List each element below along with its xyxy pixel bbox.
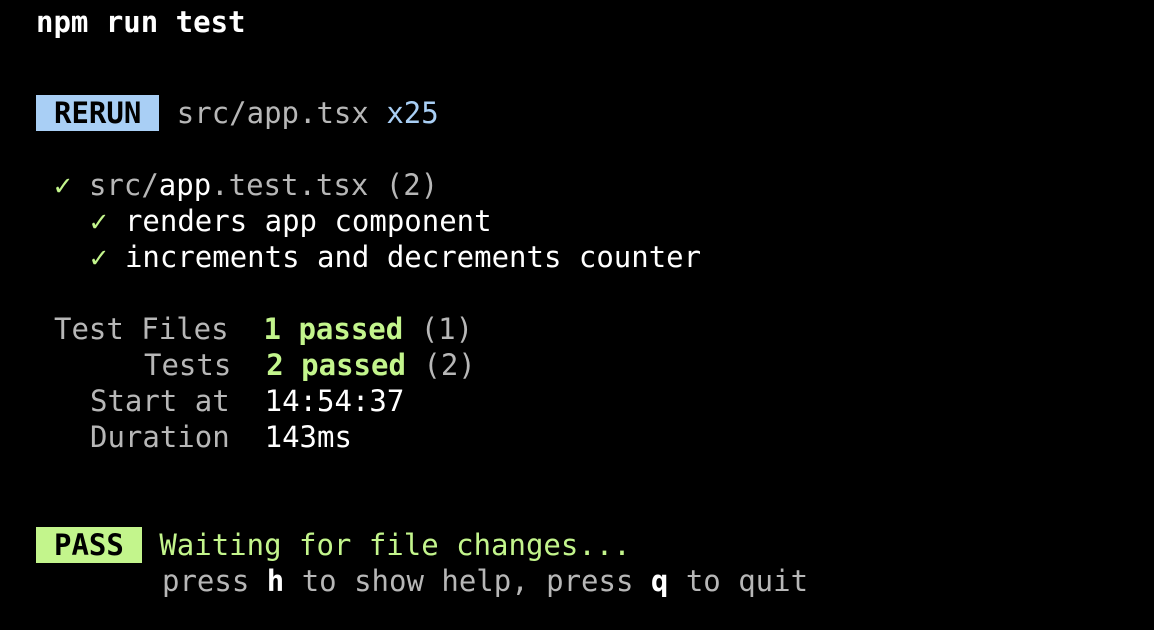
hint-end: to quit — [668, 564, 809, 598]
rerun-count: x25 — [386, 96, 439, 130]
status-line: PASS Waiting for file changes... — [36, 527, 631, 563]
suite-line: ✓ src/app.test.tsx (2) — [54, 167, 438, 203]
start-label: Start at — [90, 384, 230, 418]
summary-duration: Duration 143ms — [90, 419, 352, 455]
summary-start: Start at 14:54:37 — [90, 383, 404, 419]
test-files-passed: 1 passed — [263, 312, 404, 346]
quit-key: q — [650, 564, 669, 598]
test-name: increments and decrements counter — [124, 240, 702, 274]
hint-line: press h to show help, press q to quit — [162, 563, 808, 599]
hint-press-1: press — [162, 564, 267, 598]
test-name: renders app component — [124, 204, 492, 238]
suite-count: (2) — [385, 168, 439, 202]
check-icon: ✓ — [54, 168, 72, 202]
test-item: ✓ increments and decrements counter — [90, 239, 701, 275]
check-icon: ✓ — [90, 240, 108, 274]
rerun-line: RERUN src/app.tsx x25 — [36, 95, 439, 131]
suite-path-suffix: .test.tsx — [211, 168, 369, 202]
rerun-file: src/app.tsx — [176, 96, 369, 130]
summary-tests: Tests 2 passed (2) — [144, 347, 476, 383]
help-key: h — [266, 564, 285, 598]
tests-total: (2) — [423, 348, 476, 382]
start-value: 14:54:37 — [264, 384, 405, 418]
command-line: npm run test — [36, 4, 246, 40]
duration-label: Duration — [90, 420, 230, 454]
test-files-label: Test Files — [54, 312, 229, 346]
command-text: npm run test — [36, 5, 246, 39]
check-icon: ✓ — [90, 204, 108, 238]
suite-path-prefix: src/ — [88, 168, 159, 202]
rerun-badge: RERUN — [36, 95, 160, 131]
suite-path-file: app — [158, 168, 212, 202]
summary-test-files: Test Files 1 passed (1) — [54, 311, 473, 347]
test-files-total: (1) — [420, 312, 474, 346]
tests-passed: 2 passed — [266, 348, 406, 382]
hint-middle: to show help, press — [284, 564, 651, 598]
pass-badge: PASS — [36, 527, 142, 563]
status-message: Waiting for file changes... — [159, 528, 631, 562]
duration-value: 143ms — [264, 420, 352, 454]
test-item: ✓ renders app component — [90, 203, 492, 239]
tests-label: Tests — [144, 348, 232, 382]
